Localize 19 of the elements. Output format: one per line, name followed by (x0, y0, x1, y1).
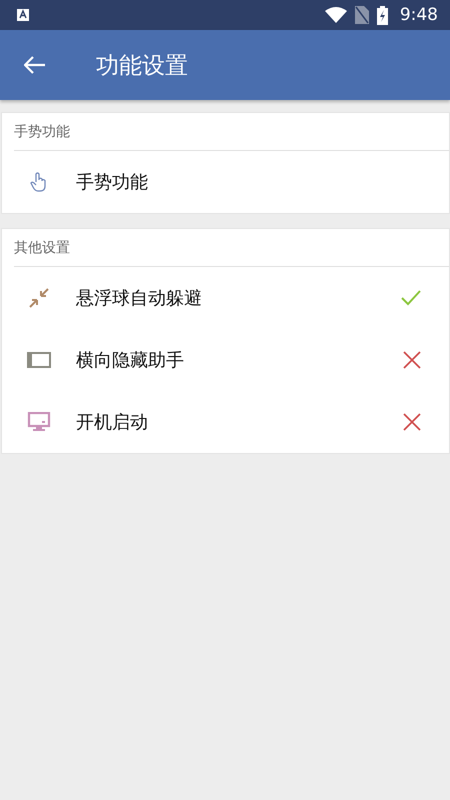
section-header: 手势功能 (14, 122, 70, 140)
settings-row[interactable]: 横向隐藏助手 (2, 329, 449, 391)
battery-charging-icon (376, 6, 388, 24)
tablet-icon (26, 352, 52, 368)
wifi-icon (324, 7, 347, 23)
setting-label: 悬浮球自动躲避 (76, 287, 203, 310)
keyboard-app-icon (16, 8, 30, 22)
status-time: 9:48 (400, 5, 438, 25)
setting-label: 横向隐藏助手 (76, 349, 185, 372)
monitor-icon (26, 412, 52, 432)
back-arrow-icon (24, 56, 46, 74)
settings-row[interactable]: 开机启动 (2, 391, 449, 453)
page-title: 功能设置 (96, 52, 188, 80)
section-header: 其他设置 (14, 238, 70, 256)
settings-row[interactable]: 手势功能 (2, 151, 449, 213)
no-sim-icon (354, 6, 369, 24)
setting-label: 手势功能 (76, 171, 149, 194)
settings-row[interactable]: 悬浮球自动躲避 (2, 267, 449, 329)
setting-label: 开机启动 (76, 411, 149, 434)
